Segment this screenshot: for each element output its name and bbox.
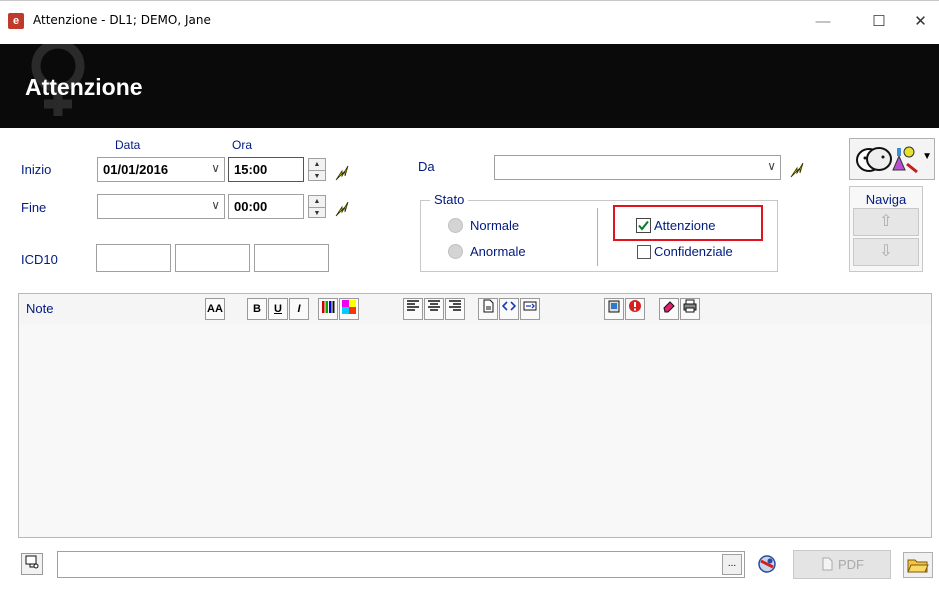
pdf-icon [822,557,833,571]
alert-icon [629,300,641,312]
minimize-button[interactable]: — [800,8,846,36]
note-label: Note [26,301,54,316]
anormale-label[interactable]: Anormale [470,244,526,259]
icd10-input-2[interactable] [175,244,250,272]
alert-button[interactable] [625,298,645,320]
fine-date-picker[interactable]: ∨ [97,194,225,219]
align-center-button[interactable] [424,298,444,320]
fine-label: Fine [21,200,47,215]
chevron-down-icon[interactable]: ∨ [211,198,220,212]
da-label: Da [418,159,435,174]
insert-field-icon [523,301,537,311]
normale-label[interactable]: Normale [470,218,519,233]
align-left-icon [407,300,419,311]
stato-legend: Stato [430,192,469,207]
eraser-icon [663,301,675,313]
inizio-time-spinner[interactable]: ▲ ▼ [308,158,326,181]
confidenziale-checkbox[interactable] [637,245,651,259]
pdf-label: PDF [838,557,864,572]
app-icon: e [8,13,24,29]
document-icon [483,299,494,313]
background-color-button[interactable] [339,298,359,320]
align-left-button[interactable] [403,298,423,320]
screen-capture-icon [25,555,39,569]
lightning-icon[interactable] [788,160,806,180]
spin-up-icon[interactable]: ▲ [309,196,325,207]
page-title: Attenzione [25,74,143,100]
attenzione-label[interactable]: Attenzione [654,218,715,233]
maximize-button[interactable]: ☐ [856,8,902,36]
text-color-button[interactable] [318,298,338,320]
attenzione-checkbox[interactable] [636,218,651,233]
fine-time-spinner[interactable]: ▲ ▼ [308,195,326,218]
window-title: Attenzione - DL1; DEMO, Jane [33,13,211,27]
nav-down-button[interactable]: ⇩ [853,238,919,266]
chevron-down-icon[interactable]: ∨ [211,161,220,175]
spin-down-icon[interactable]: ▼ [309,207,325,218]
scan-tool-icon[interactable] [753,551,781,578]
color-pencils-icon [322,301,335,313]
inizio-date-value: 01/01/2016 [103,162,169,177]
icd10-input-3[interactable] [254,244,329,272]
underline-button[interactable]: U [268,298,288,320]
dropdown-arrow-icon[interactable]: ▼ [922,151,932,162]
people-lab-button[interactable]: ▼ [849,138,935,180]
da-select[interactable]: ∨ [494,155,781,180]
fine-time-input[interactable]: 00:00 [228,194,304,219]
anormale-radio[interactable] [448,244,463,259]
color-palette-icon [342,300,356,314]
screen-capture-button[interactable] [21,553,43,575]
note-text-area[interactable] [18,324,932,538]
browse-button[interactable]: ... [722,554,742,575]
nav-up-button[interactable]: ⇧ [853,208,919,236]
people-icon [856,146,918,174]
spin-up-icon[interactable]: ▲ [309,159,325,170]
font-size-button[interactable]: AA [205,298,225,320]
print-button[interactable] [680,298,700,320]
divider [597,208,598,266]
naviga-label: Naviga [865,192,907,207]
eraser-button[interactable] [659,298,679,320]
normale-radio[interactable] [448,218,463,233]
icd10-label: ICD10 [21,252,58,267]
chevron-down-icon[interactable]: ∨ [767,159,776,173]
align-center-icon [428,300,440,311]
col-label-data: Data [115,138,141,152]
inizio-date-picker[interactable]: 01/01/2016 ∨ [97,157,225,182]
fine-time-value: 00:00 [234,199,268,214]
italic-button[interactable]: I [289,298,309,320]
code-button[interactable] [499,298,519,320]
align-right-icon [449,300,461,311]
spin-down-icon[interactable]: ▼ [309,170,325,181]
folder-icon [907,559,929,573]
inizio-time-input[interactable]: 15:00 [228,157,304,182]
clipboard-icon [608,300,620,313]
clipboard-button[interactable] [604,298,624,320]
inizio-label: Inizio [21,162,52,177]
confidenziale-label[interactable]: Confidenziale [654,244,733,259]
note-toolbar [18,293,932,325]
pdf-button[interactable]: PDF [793,550,891,579]
new-document-button[interactable] [478,298,498,320]
icd10-input-1[interactable] [96,244,171,272]
open-folder-button[interactable] [903,552,933,578]
col-label-ora: Ora [232,138,253,152]
close-button[interactable]: ✕ [902,8,939,36]
header-banner: Attenzione [0,44,939,128]
printer-icon [683,299,697,313]
attachment-path-input[interactable] [57,551,745,578]
code-icon [501,301,517,311]
align-right-button[interactable] [445,298,465,320]
bold-button[interactable]: B [247,298,267,320]
lightning-icon[interactable] [333,163,351,183]
lightning-icon[interactable] [333,199,351,219]
inizio-time-value: 15:00 [234,162,268,177]
insert-field-button[interactable] [520,298,540,320]
